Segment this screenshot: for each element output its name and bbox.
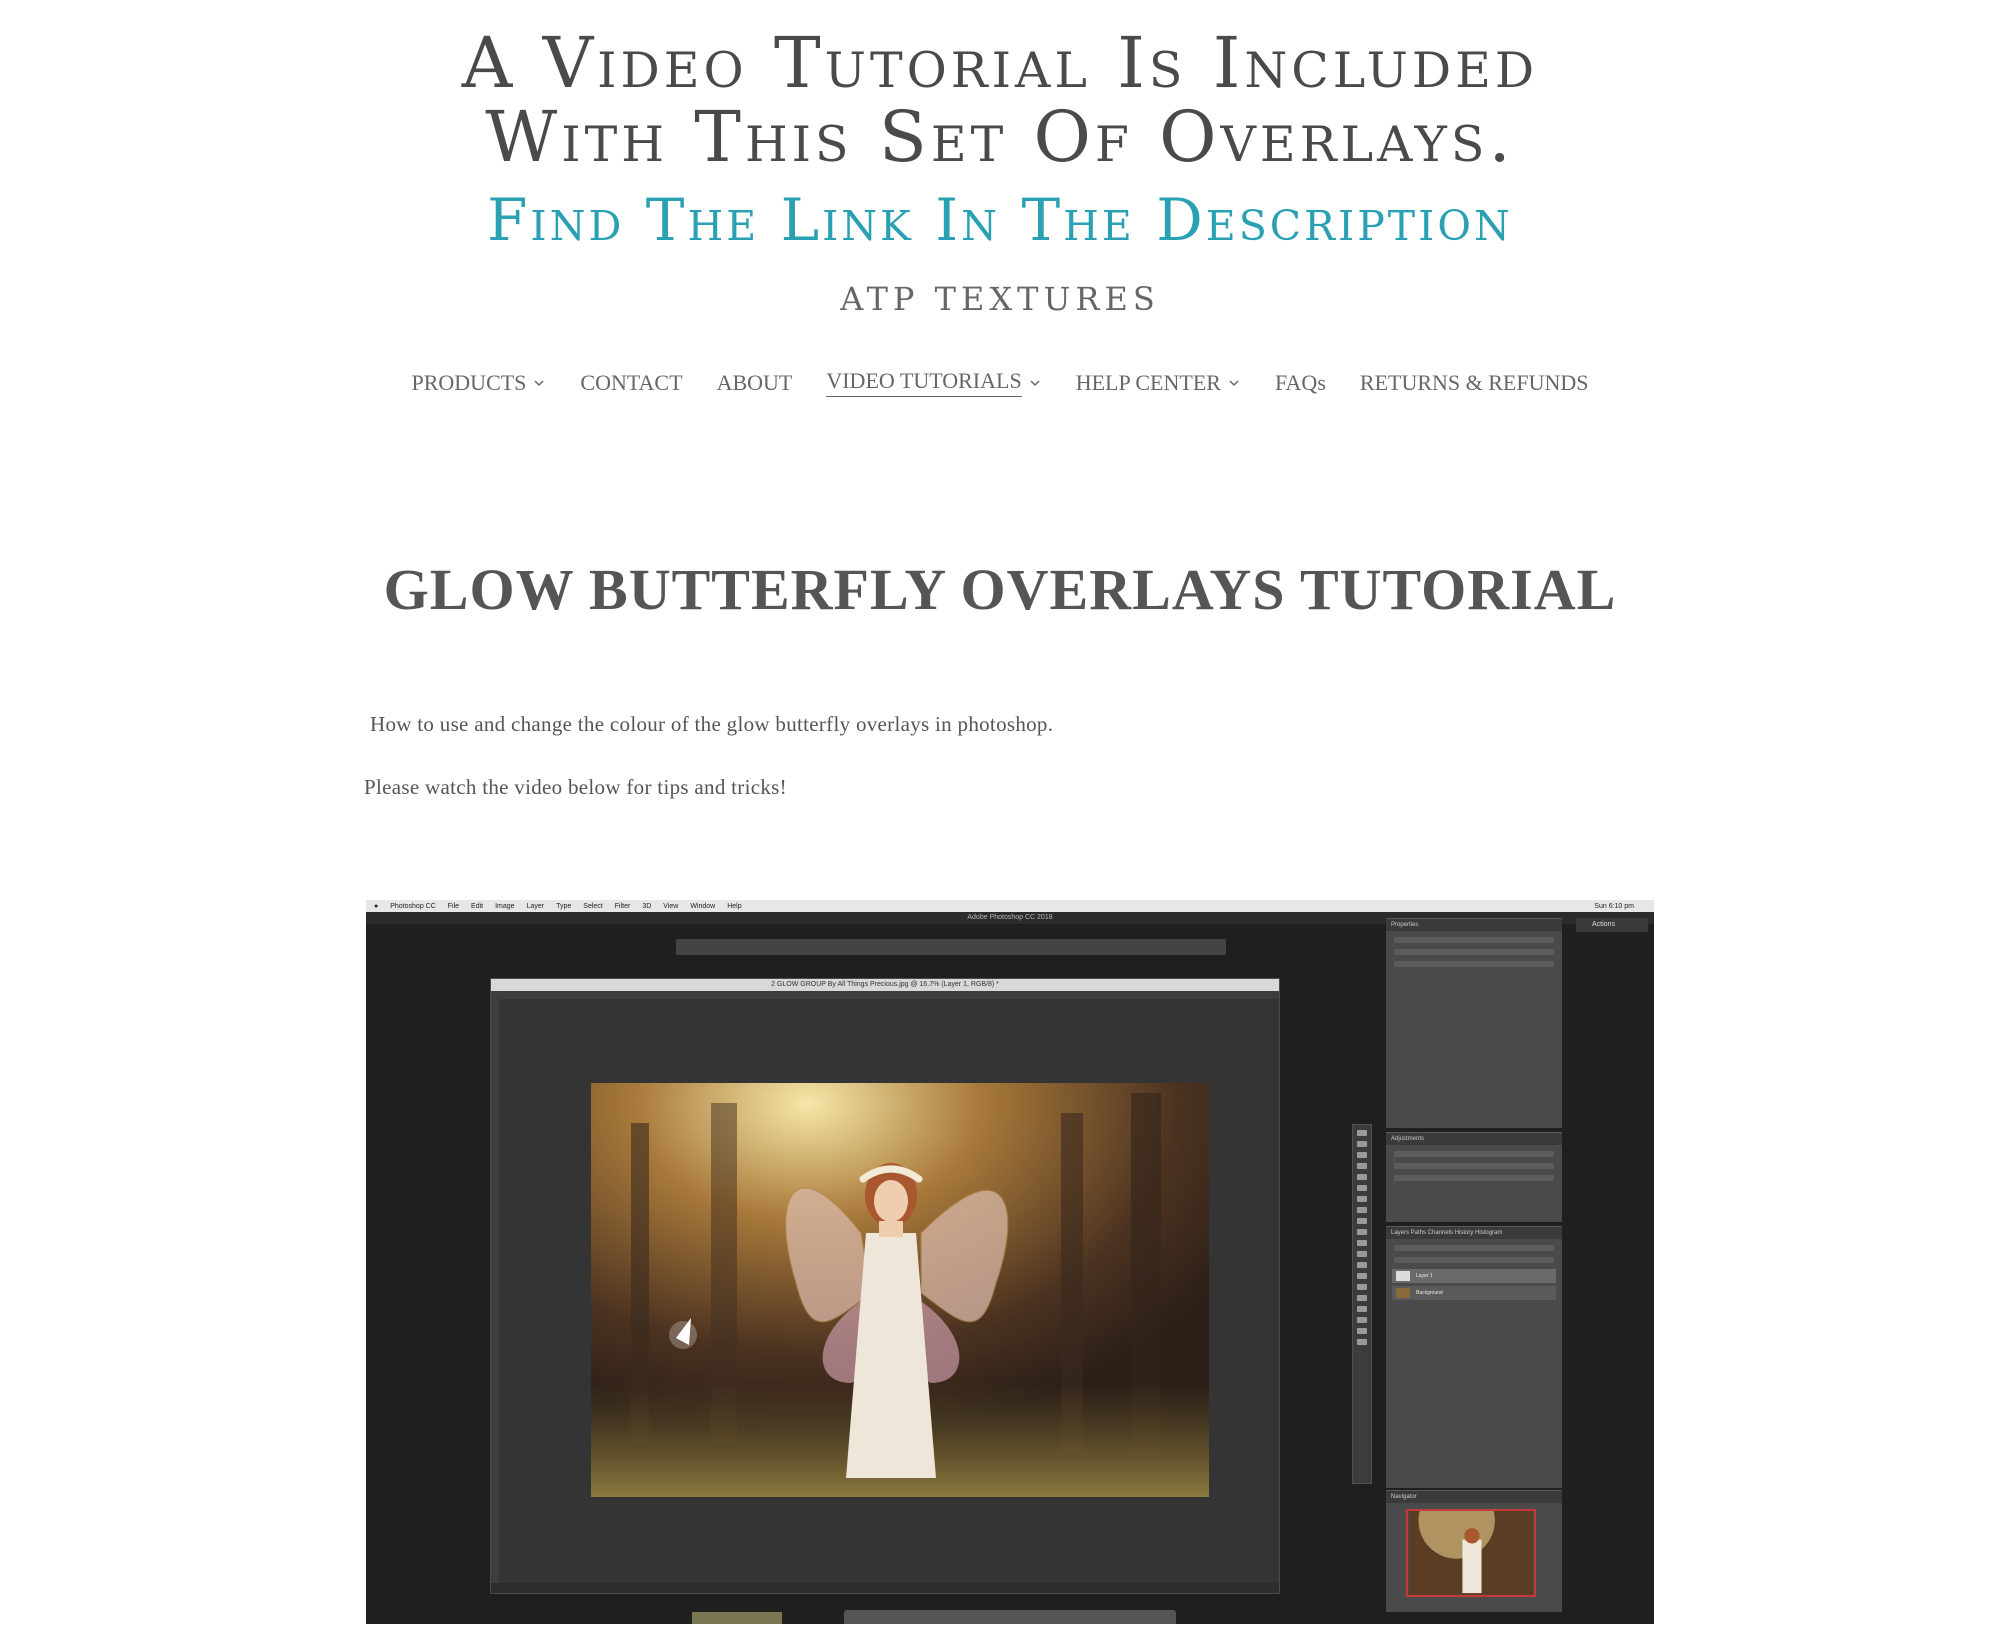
nav-item-label: PRODUCTS bbox=[411, 369, 527, 395]
menubar-item: Help bbox=[727, 902, 742, 910]
menubar-item: Type bbox=[556, 902, 572, 910]
panel-title: Navigator bbox=[1386, 1491, 1562, 1503]
blur-tool-icon[interactable] bbox=[1357, 1262, 1367, 1268]
banner-headline-line-1: A Video Tutorial Is Included bbox=[461, 22, 1539, 104]
menubar-item: File bbox=[447, 902, 460, 910]
options-bar bbox=[676, 939, 1226, 955]
layer-row[interactable]: Layer 1 bbox=[1392, 1269, 1556, 1283]
nav-item-help-center[interactable]: HELP CENTER bbox=[1076, 368, 1241, 397]
tools-panel bbox=[1352, 1124, 1372, 1484]
nav-item-returns-refunds[interactable]: RETURNS & REFUNDS bbox=[1360, 368, 1589, 397]
hand-tool-icon[interactable] bbox=[1357, 1328, 1367, 1334]
dodge-tool-icon[interactable] bbox=[1357, 1273, 1367, 1279]
nav-item-label: FAQs bbox=[1274, 369, 1326, 395]
menubar-item: Filter bbox=[614, 902, 631, 910]
stamp-tool-icon[interactable] bbox=[1357, 1218, 1367, 1224]
actions-panel-button[interactable]: Actions bbox=[1576, 918, 1648, 932]
healing-tool-icon[interactable] bbox=[1357, 1196, 1367, 1202]
menubar-item: Select bbox=[583, 902, 603, 910]
panel-title: Layers Paths Channels History Histogram bbox=[1386, 1227, 1562, 1239]
menubar-clock: Sun 6:10 pm bbox=[1594, 902, 1634, 910]
panel-row bbox=[1394, 1163, 1554, 1169]
panel-row bbox=[1394, 1245, 1554, 1251]
menubar-item: Edit bbox=[471, 902, 484, 910]
navigator-thumbnail[interactable] bbox=[1406, 1509, 1536, 1597]
site-brand[interactable]: ATP TEXTURES bbox=[0, 280, 2000, 318]
menubar-item: 3D bbox=[642, 902, 652, 910]
menubar-item: Photoshop CC bbox=[390, 902, 436, 910]
nav-item-contact[interactable]: CONTACT bbox=[580, 368, 682, 397]
lasso-tool-icon[interactable] bbox=[1357, 1152, 1367, 1158]
path-select-tool-icon[interactable] bbox=[1357, 1306, 1367, 1312]
menubar-item: Layer bbox=[526, 902, 545, 910]
menubar-item: View bbox=[663, 902, 679, 910]
mac-menubar: ● Photoshop CC File Edit Image Layer Typ… bbox=[366, 900, 1654, 912]
nav-item-label: VIDEO TUTORIALS bbox=[826, 368, 1022, 397]
layer-row[interactable]: Background bbox=[1392, 1286, 1556, 1300]
panel-row bbox=[1394, 937, 1554, 943]
layers-panel: Layers Paths Channels History Histogram … bbox=[1386, 1226, 1562, 1488]
navigator-panel: Navigator bbox=[1386, 1490, 1562, 1612]
horizontal-ruler bbox=[491, 991, 1279, 999]
panel-row bbox=[1394, 1175, 1554, 1181]
fairy-photo-preview bbox=[591, 1083, 1209, 1497]
dock-app-icon bbox=[692, 1612, 782, 1624]
quick-select-tool-icon[interactable] bbox=[1357, 1163, 1367, 1169]
adjustments-panel: Adjustments bbox=[1386, 1132, 1562, 1222]
eyedropper-tool-icon[interactable] bbox=[1357, 1185, 1367, 1191]
history-brush-tool-icon[interactable] bbox=[1357, 1229, 1367, 1235]
panel-row bbox=[1394, 961, 1554, 967]
banner-headline-line-2: With This Set Of Overlays. bbox=[485, 96, 1515, 178]
chevron-down-icon bbox=[1030, 379, 1040, 386]
panel-row bbox=[1394, 1151, 1554, 1157]
page-title: GLOW BUTTERFLY OVERLAYS TUTORIAL bbox=[383, 557, 1617, 622]
video-note-text: Please watch the video below for tips an… bbox=[364, 775, 787, 799]
type-tool-icon[interactable] bbox=[1357, 1295, 1367, 1301]
nav-item-label: ABOUT bbox=[716, 369, 793, 395]
nav-item-video-tutorials[interactable]: VIDEO TUTORIALS bbox=[826, 368, 1041, 397]
shape-tool-icon[interactable] bbox=[1357, 1317, 1367, 1323]
panel-title: Adjustments bbox=[1386, 1133, 1562, 1145]
nav-item-label: CONTACT bbox=[580, 369, 683, 395]
move-tool-icon[interactable] bbox=[1357, 1130, 1367, 1136]
document-status-bar bbox=[491, 1583, 1279, 1593]
eraser-tool-icon[interactable] bbox=[1357, 1240, 1367, 1246]
chevron-down-icon bbox=[1229, 379, 1239, 386]
zoom-tool-icon[interactable] bbox=[1357, 1339, 1367, 1345]
mac-dock bbox=[844, 1610, 1176, 1624]
chevron-down-icon bbox=[534, 379, 544, 386]
nav-item-label: RETURNS & REFUNDS bbox=[1359, 369, 1589, 395]
gradient-tool-icon[interactable] bbox=[1357, 1251, 1367, 1257]
nav-item-products[interactable]: PRODUCTS bbox=[412, 368, 547, 397]
pen-tool-icon[interactable] bbox=[1357, 1284, 1367, 1290]
nav-item-label: HELP CENTER bbox=[1075, 369, 1221, 395]
document-window: 2 GLOW GROUP By All Things Precious.jpg … bbox=[490, 978, 1280, 1594]
menubar-item: Image bbox=[495, 902, 515, 910]
tutorial-video-player[interactable]: ● Photoshop CC File Edit Image Layer Typ… bbox=[366, 900, 1654, 1624]
apple-icon: ● bbox=[374, 902, 379, 910]
panel-row bbox=[1394, 949, 1554, 955]
properties-panel: Properties bbox=[1386, 918, 1562, 1128]
marquee-tool-icon[interactable] bbox=[1357, 1141, 1367, 1147]
crop-tool-icon[interactable] bbox=[1357, 1174, 1367, 1180]
brush-tool-icon[interactable] bbox=[1357, 1207, 1367, 1213]
layer-name: Layer 1 bbox=[1416, 1273, 1433, 1279]
menubar-item: Window bbox=[690, 902, 716, 910]
panel-row bbox=[1394, 1257, 1554, 1263]
nav-item-faqs[interactable]: FAQs bbox=[1275, 368, 1326, 397]
layer-name: Background bbox=[1416, 1290, 1443, 1296]
vertical-ruler bbox=[491, 999, 499, 1593]
document-title: 2 GLOW GROUP By All Things Precious.jpg … bbox=[491, 979, 1279, 991]
promo-banner: A Video Tutorial Is Included With This S… bbox=[0, 0, 2000, 252]
nav-item-about[interactable]: ABOUT bbox=[717, 368, 793, 397]
layer-thumbnail bbox=[1396, 1288, 1410, 1298]
main-nav: PRODUCTS CONTACT ABOUT VIDEO TUTORIALS H… bbox=[0, 368, 2000, 397]
panel-title: Properties bbox=[1386, 919, 1562, 931]
banner-link-line: Find The Link In The Description bbox=[487, 186, 1513, 254]
intro-text: How to use and change the colour of the … bbox=[370, 712, 1054, 736]
layer-thumbnail bbox=[1396, 1271, 1410, 1281]
